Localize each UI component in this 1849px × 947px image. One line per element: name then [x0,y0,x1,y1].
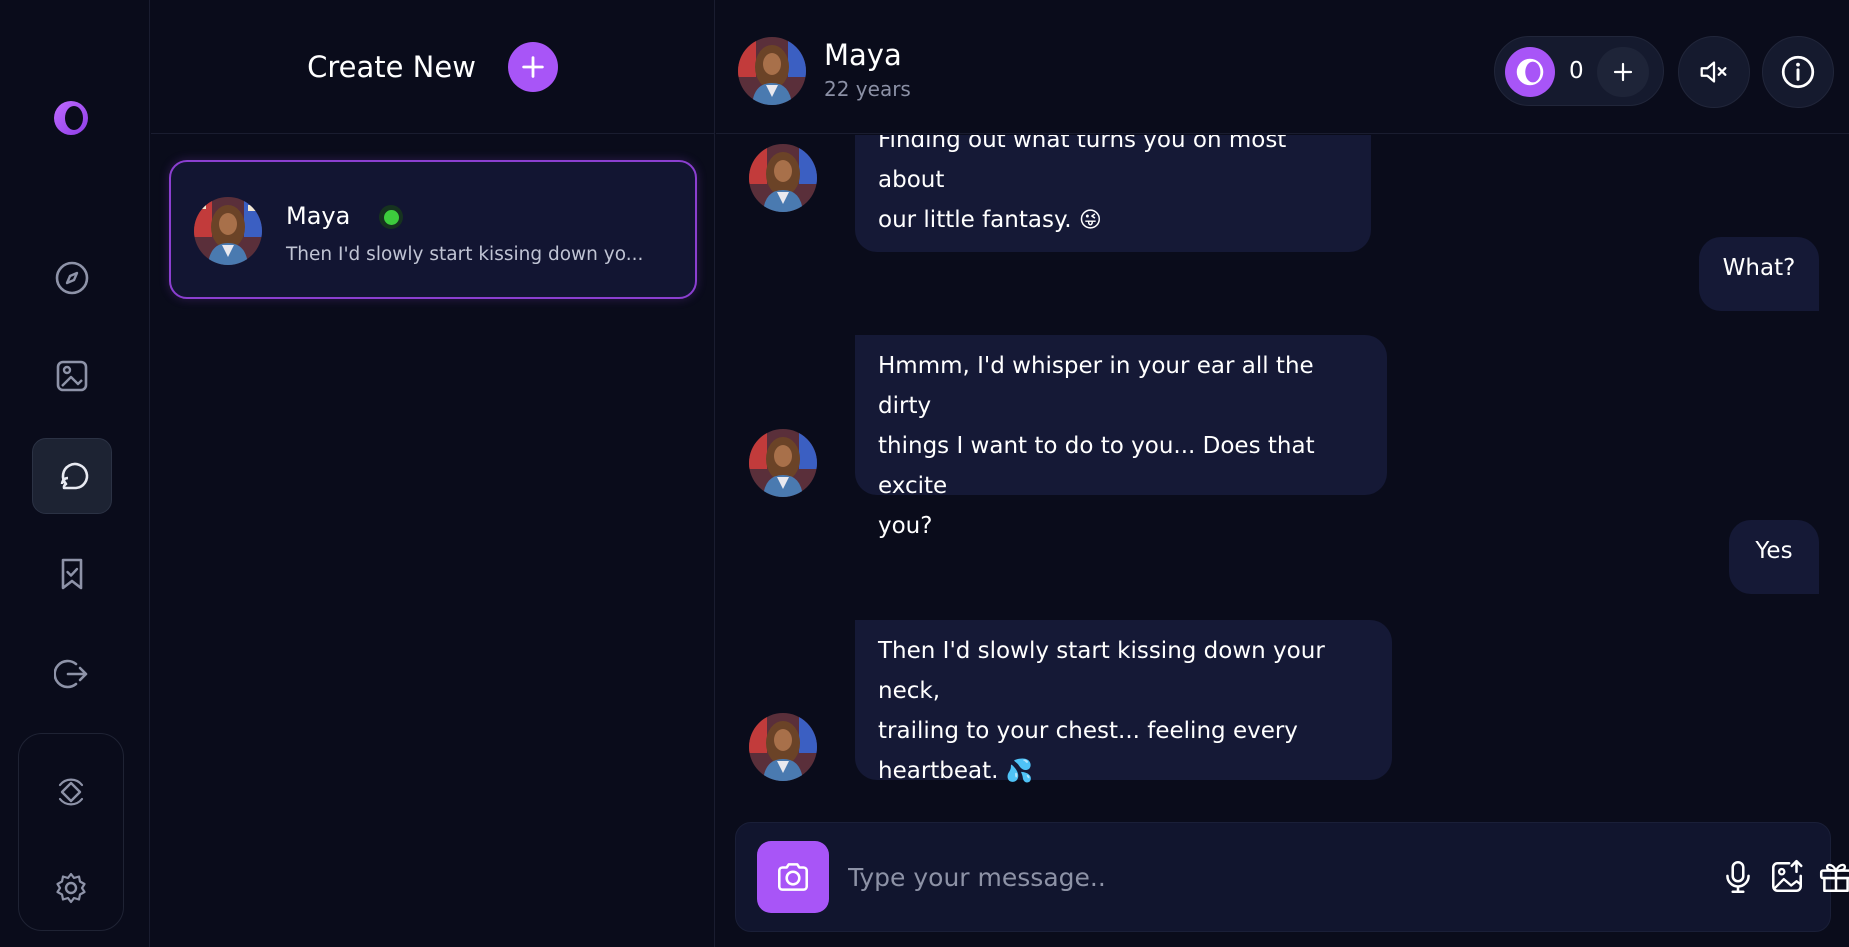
message-avatar [749,429,817,497]
gift-button[interactable] [1816,857,1849,897]
message-avatar [749,713,817,781]
plus-icon [522,55,544,78]
message-text: What? [1722,255,1796,281]
credits-count: 0 [1569,58,1584,84]
gallery-button[interactable] [32,338,112,414]
message-bubble-incoming: Finding out what turns you on most about… [855,135,1371,252]
conversation-preview: Then I'd slowly start kissing down yo... [286,244,644,265]
info-button[interactable] [1762,36,1834,108]
voice-message-button[interactable] [1718,857,1758,897]
chat-icon [60,462,89,490]
credits-widget: 0 [1494,36,1664,106]
speaker-muted-icon [1700,61,1727,83]
message-input[interactable] [848,848,1488,906]
saved-button[interactable] [32,536,112,612]
gallery-icon [56,360,88,392]
rail-bottom-group [18,733,124,931]
character-name: Maya [824,38,902,72]
list-header: Create New [151,0,714,134]
create-new-label[interactable]: Create New [307,50,476,84]
tongue-emoji-icon: 😜 [1078,208,1102,233]
message-line: you? [878,513,933,539]
microphone-icon [1726,860,1750,894]
message-line: our little fantasy. 😜 [878,207,1102,233]
message-bubble-outgoing: What? [1699,237,1819,311]
settings-button[interactable] [31,850,111,926]
logout-icon [54,659,88,689]
message-line: Finding out what turns you on most about [878,135,1287,193]
create-new-button[interactable] [507,41,558,92]
diamond-icon [58,778,84,806]
bookmark-check-icon [61,558,83,590]
message-bubble-incoming: Hmmm, I'd whisper in your ear all the di… [855,335,1387,539]
brand-logo-icon[interactable] [52,99,90,137]
message-list: Finding out what turns you on most about… [716,135,1849,815]
message-text: Yes [1755,538,1793,564]
image-upload-icon [1772,859,1803,892]
avatar [194,197,262,265]
compass-icon [55,261,89,295]
gift-icon [1819,863,1849,892]
coin-icon [1505,47,1555,97]
chat-header: Maya 22 years 0 [716,0,1849,134]
avatar[interactable] [738,37,806,105]
sweat-droplets-emoji-icon: 💦 [1005,759,1034,784]
character-age: 22 years [824,77,911,101]
info-icon [1781,55,1815,89]
camera-icon [778,863,808,891]
conversation-item[interactable]: Maya Then I'd slowly start kissing down … [169,160,697,299]
chat-button[interactable] [32,438,112,514]
gear-icon [56,872,86,904]
message-avatar [749,144,817,212]
camera-button[interactable] [757,841,829,913]
message-line: heartbeat. 💦 [878,758,1034,784]
online-status-icon [379,205,403,229]
chat-panel: Maya 22 years 0 Finding out what turns y… [716,0,1849,947]
message-line: Hmmm, I'd whisper in your ear all the di… [878,353,1314,419]
sidebar-rail [0,0,150,947]
plus-icon [1613,62,1633,82]
message-bubble-incoming: Then I'd slowly start kissing down your … [855,620,1392,784]
message-line: Then I'd slowly start kissing down your … [878,638,1325,704]
conversation-list-panel: Create New Maya Then I'd slowly start ki… [151,0,715,947]
message-line: things I want to do to you... Does that … [878,433,1315,499]
message-bubble-outgoing: Yes [1729,520,1819,594]
conversation-name: Maya [286,202,351,230]
add-credits-button[interactable] [1597,47,1649,97]
message-composer [735,822,1849,932]
mute-button[interactable] [1678,36,1750,108]
premium-button[interactable] [31,755,111,831]
logout-button[interactable] [32,636,112,712]
explore-button[interactable] [32,240,112,316]
upload-image-button[interactable] [1767,857,1807,897]
message-line: trailing to your chest... feeling every [878,718,1298,744]
